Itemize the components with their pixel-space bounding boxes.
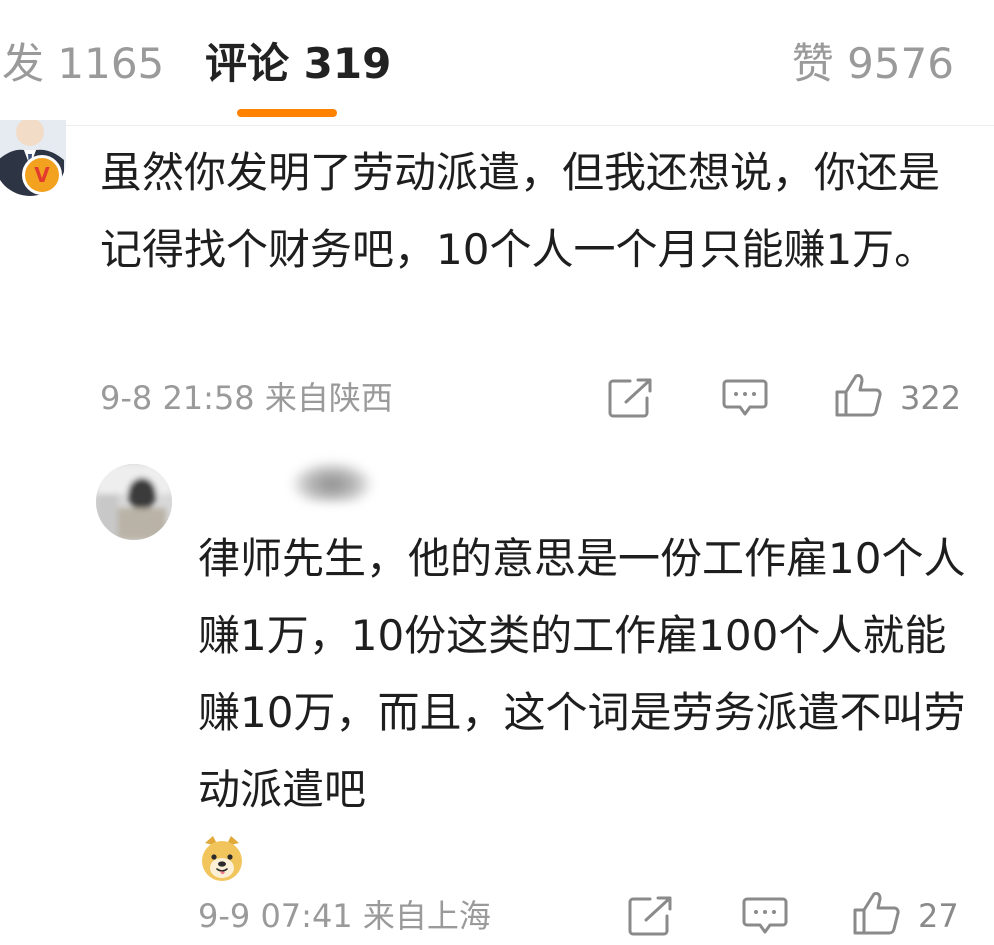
tabs-divider — [0, 125, 994, 126]
comment-tabs: 发 1165 评论 319 赞 9576 — [0, 0, 994, 126]
reply-meta: 9-9 07:41 来自上海 — [198, 896, 491, 936]
tab-likes-count: 9576 — [847, 39, 954, 88]
tab-reposts-label: 发 — [2, 39, 45, 88]
active-tab-indicator — [237, 109, 337, 117]
tab-reposts-count: 1165 — [57, 39, 165, 88]
thumbs-up-icon[interactable] — [852, 890, 902, 936]
tab-comments-count: 319 — [303, 39, 392, 88]
tab-comments[interactable]: 评论 319 — [205, 38, 391, 90]
comment-time: 9-8 21:58 — [100, 379, 255, 417]
reply-time: 9-9 07:41 — [198, 897, 353, 935]
reply-username[interactable] — [292, 462, 372, 502]
tab-comments-label: 评论 — [205, 39, 290, 88]
reply-text: 律师先生，他的意思是一份工作雇10个人赚1万，10份这类的工作雇100个人就能赚… — [198, 534, 966, 814]
comment-location: 来自陕西 — [264, 379, 393, 417]
vip-v-icon: V — [22, 155, 62, 195]
repost-icon[interactable] — [608, 378, 654, 418]
like-count: 322 — [900, 379, 962, 417]
tab-likes-label: 赞 — [791, 39, 834, 88]
tab-reposts[interactable]: 发 1165 — [2, 38, 164, 90]
comment-text: 虽然你发明了劳动派遣，但我还想说，你还是记得找个财务吧，10个人一个月只能赚1万… — [100, 148, 941, 274]
repost-icon[interactable] — [628, 896, 674, 936]
tab-likes[interactable]: 赞 9576 — [792, 38, 954, 90]
thumbs-up-icon[interactable] — [834, 372, 884, 418]
reply-comment-icon[interactable] — [742, 896, 788, 936]
comment-meta: 9-8 21:58 来自陕西 — [100, 378, 393, 418]
doge-emoji-icon — [202, 836, 242, 881]
reply-comment-icon[interactable] — [722, 378, 768, 418]
like-count: 27 — [918, 897, 959, 935]
reply-text-block: 律师先生，他的意思是一份工作雇10个人赚1万，10份这类的工作雇100个人就能赚… — [198, 520, 968, 882]
reply-location: 来自上海 — [362, 897, 491, 935]
blurred-user-avatar-icon — [96, 464, 172, 540]
avatar[interactable] — [96, 464, 172, 540]
